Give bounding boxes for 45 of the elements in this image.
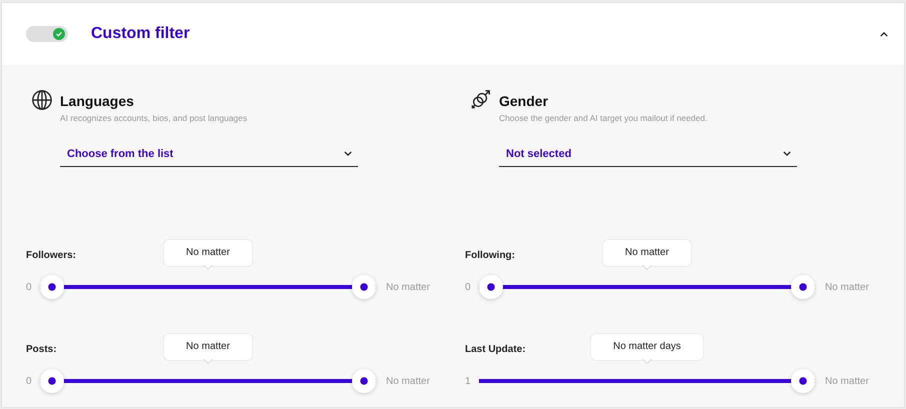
slider-max-value: No matter — [825, 376, 869, 386]
chevron-icon[interactable] — [880, 32, 888, 36]
filter-title: Gender — [499, 93, 550, 109]
slider-min-value: 0 — [26, 376, 33, 386]
slider-handle[interactable] — [479, 275, 503, 299]
slider-label: Last Update: — [465, 344, 526, 355]
check-icon — [55, 30, 63, 38]
filter-description: Choose the gender and AI target you mailout if needed. — [499, 113, 708, 123]
tooltip-pointer-icon — [642, 265, 652, 270]
slider-max-value: No matter — [386, 282, 430, 292]
slider-label: Following: — [465, 250, 515, 261]
slider-handle[interactable] — [352, 275, 376, 299]
slider-handle[interactable] — [791, 369, 815, 393]
slider-handle[interactable] — [40, 275, 64, 299]
slider-handle[interactable] — [352, 369, 376, 393]
dropdown-select[interactable]: Choose from the list — [60, 141, 358, 167]
filter-title: Languages — [60, 93, 135, 109]
range-slider[interactable] — [479, 275, 815, 299]
tooltip-pointer-icon — [203, 359, 213, 364]
value-tooltip: No matter — [164, 240, 252, 270]
value-tooltip: No matter — [164, 334, 252, 364]
slider-min-value: 0 — [26, 282, 33, 292]
globe-icon — [31, 89, 53, 111]
slider-min-value: 1 — [465, 376, 472, 386]
caret-icon — [783, 151, 791, 156]
slider-label: Followers: — [26, 250, 76, 261]
slider-handle[interactable] — [791, 275, 815, 299]
range-slider[interactable] — [40, 275, 376, 299]
tooltip-pointer-icon — [642, 359, 652, 364]
slider-max-value: No matter — [825, 282, 869, 292]
filter-description: AI recognizes accounts, bios, and post languages — [60, 113, 248, 123]
gender-symbols-icon — [470, 89, 492, 111]
range-slider[interactable] — [479, 369, 815, 393]
value-tooltip: No matter days — [591, 334, 703, 364]
toggle-switch[interactable] — [26, 26, 68, 42]
slider-handle[interactable] — [40, 369, 64, 393]
tooltip-pointer-icon — [203, 265, 213, 270]
slider-max-value: No matter — [386, 376, 430, 386]
slider-label: Posts: — [26, 344, 57, 355]
slider-min-value: 0 — [465, 282, 472, 292]
range-slider[interactable] — [40, 369, 376, 393]
value-tooltip: No matter — [603, 240, 691, 270]
panel-title: Custom filter — [91, 25, 190, 43]
dropdown-select[interactable]: Not selected — [499, 141, 797, 167]
caret-icon — [344, 151, 352, 156]
